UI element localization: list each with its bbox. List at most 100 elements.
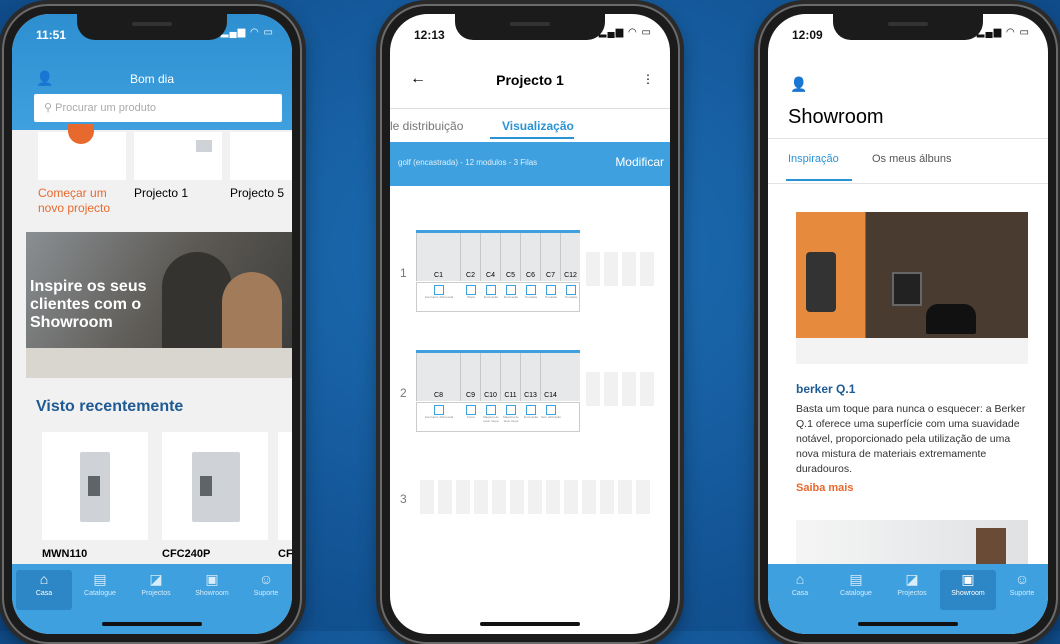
device-label: Iluminação [523, 415, 539, 419]
device-icon [506, 285, 516, 295]
tab-suporte[interactable]: ☺ Suporte [238, 570, 292, 610]
panel-slot[interactable]: C2 [460, 233, 480, 281]
support-icon: ☺ [258, 571, 274, 587]
device-item[interactable]: Sem atribuição [541, 405, 561, 419]
showroom-banner[interactable]: Inspire os seus clientes com o Showroom [26, 232, 292, 378]
product-card[interactable] [162, 432, 268, 540]
tab-showroom[interactable]: ▣ Showroom [184, 570, 240, 610]
post-image[interactable] [796, 212, 1028, 364]
device-label: Placa [467, 295, 475, 299]
panel-slot[interactable]: C4 [480, 233, 500, 281]
tab-suporte[interactable]: ☺ Suporte [994, 570, 1048, 610]
home-icon: ⌂ [795, 571, 805, 587]
showroom-tabs: Inspiração Os meus álbuns [768, 138, 1048, 184]
panel-slot[interactable]: C14 [540, 353, 560, 401]
tab-label: Showroom [195, 590, 229, 597]
status-time: 12:09 [792, 28, 823, 42]
tab-showroom[interactable]: ▣ Showroom [940, 570, 996, 610]
read-more-link[interactable]: Saiba mais [796, 482, 853, 494]
user-icon[interactable]: 👤 [790, 76, 807, 93]
tab-casa[interactable]: ⌂ Casa [16, 570, 72, 610]
status-icons: ▂▄▆ ◠ ▭ [220, 27, 274, 38]
panel-slot[interactable]: C12 [560, 233, 580, 281]
device-item[interactable]: Iluminação [481, 285, 501, 299]
tab-label: Casa [35, 590, 53, 597]
device-item[interactable]: Tomadas [541, 285, 561, 299]
tab-catalogue[interactable]: ▤ Catalogue [828, 570, 884, 610]
device-label: Máquina de lavar louça [503, 415, 519, 423]
tab-projectos[interactable]: ◪ Projectos [884, 570, 940, 610]
screen-showroom: 12:09 ▂▄▆ ◠ ▭ 👤 Showroom Inspiração Os m… [768, 14, 1048, 634]
tab-projectos[interactable]: ◪ Projectos [128, 570, 184, 610]
device-item[interactable]: Máquina de lavar louça [501, 405, 521, 423]
panel-slot[interactable]: C5 [500, 233, 520, 281]
product-card[interactable] [278, 432, 292, 540]
search-placeholder: Procurar um produto [55, 102, 157, 114]
device-icon [506, 405, 516, 415]
empty-slot [622, 252, 636, 286]
slot-label: C10 [484, 392, 497, 399]
device-icon [546, 405, 556, 415]
page-title: Showroom [788, 106, 884, 128]
image-lamp [806, 252, 836, 312]
empty-slot [604, 372, 618, 406]
panel-slot[interactable]: C9 [460, 353, 480, 401]
device-item[interactable]: Placa [461, 285, 481, 299]
panel-slot[interactable]: C1 [416, 233, 460, 281]
empty-slot [510, 480, 524, 514]
empty-slot [474, 480, 488, 514]
tab-inspiration[interactable]: Inspiração [788, 153, 839, 165]
tab-my-albums[interactable]: Os meus álbuns [872, 153, 951, 165]
slot-label: C12 [564, 272, 577, 279]
product-card[interactable] [42, 432, 148, 540]
tab-casa[interactable]: ⌂ Casa [772, 570, 828, 610]
home-icon: ⌂ [39, 571, 49, 587]
panel-slot[interactable]: C8 [416, 353, 460, 401]
empty-slot [622, 372, 636, 406]
panel-slot[interactable]: C10 [480, 353, 500, 401]
device-item[interactable]: Iluminação [501, 285, 521, 299]
device-item[interactable]: Interruptor diferencial [417, 405, 461, 419]
panel-slot[interactable]: C7 [540, 233, 560, 281]
empty-slot [636, 480, 650, 514]
slot-label: C9 [466, 392, 475, 399]
device-label: Tomadas [544, 295, 558, 299]
panel-slot[interactable]: C6 [520, 233, 540, 281]
distribution-panel[interactable]: C8 C9 C10 C11 C13 C14 [416, 350, 580, 401]
panel-slot[interactable]: C11 [500, 353, 520, 401]
config-text: golf (encastrada) - 12 modulos - 3 Filas [398, 158, 538, 167]
tab-distribution[interactable]: le distribuição [390, 119, 463, 133]
tab-visualization[interactable]: Visualização [502, 119, 574, 133]
tab-catalogue[interactable]: ▤ Catalogue [72, 570, 128, 610]
new-project-card[interactable]: Começar um novo projecto [38, 124, 126, 215]
empty-slot [546, 480, 560, 514]
device-strip: Interruptor diferencial Placa Iluminação Il… [416, 282, 580, 312]
more-icon[interactable]: ⋮ [642, 72, 654, 86]
search-input[interactable]: ⚲ Procurar um produto [34, 94, 282, 122]
project-card[interactable]: Projecto 1 [134, 132, 222, 200]
status-icons: ▂▄▆ ◠ ▭ [976, 27, 1030, 38]
distribution-panel[interactable]: C1 C2 C4 C5 C6 C7 C12 [416, 230, 580, 281]
phone-home: 11:51 ▂▄▆ ◠ ▭ 👤 Bom dia ⚲ Procurar um pr… [2, 4, 302, 644]
device-strip: Interruptor diferencial Forno Máquina de l… [416, 402, 580, 432]
device-item[interactable]: Tomadas [561, 285, 581, 299]
post-title: berker Q.1 [796, 382, 856, 396]
modify-button[interactable]: Modificar [615, 155, 664, 169]
empty-slot [600, 480, 614, 514]
tab-underline [786, 179, 852, 181]
empty-slot [492, 480, 506, 514]
phone-project: 12:13 ▂▄▆ ◠ ▭ ← Projecto 1 ⋮ le distribu… [380, 4, 680, 644]
device-item[interactable]: Forno [461, 405, 481, 419]
device-item[interactable]: Iluminação [521, 405, 541, 419]
gallery-icon: ▣ [961, 571, 975, 587]
phone-showroom: 12:09 ▂▄▆ ◠ ▭ 👤 Showroom Inspiração Os m… [758, 4, 1058, 644]
project-card[interactable]: Projecto 5 [230, 132, 292, 200]
project-tabs: le distribuição Visualização [390, 108, 670, 141]
status-icons: ▂▄▆ ◠ ▭ [598, 27, 652, 38]
empty-slot [582, 480, 596, 514]
device-item[interactable]: Tomadas [521, 285, 541, 299]
device-item[interactable]: Máquina de lavar roupa [481, 405, 501, 423]
device-item[interactable]: Interruptor diferencial [417, 285, 461, 299]
image-table [796, 338, 1028, 364]
panel-slot[interactable]: C13 [520, 353, 540, 401]
